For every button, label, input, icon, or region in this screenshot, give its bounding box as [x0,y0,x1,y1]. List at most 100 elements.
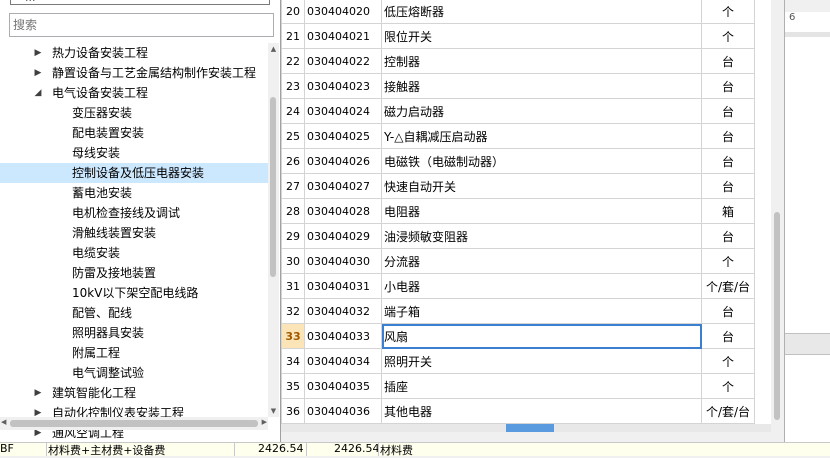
table-row[interactable]: 32 030404032 端子箱台 [281,298,755,324]
tree-item[interactable]: 防雷及接地装置 [0,263,268,283]
scroll-up-arrow-icon[interactable]: ▲ [269,45,278,53]
tree-item[interactable]: 变压器安装 [0,103,268,123]
unit-cell[interactable]: 个 [701,373,755,399]
unit-cell[interactable]: 台 [701,123,755,149]
row-number-cell[interactable]: 28 [281,198,305,224]
code-cell[interactable]: 030404023 [304,73,382,99]
row-number-cell[interactable]: 25 [281,123,305,149]
code-cell[interactable]: 030404033 [304,323,382,349]
search-input[interactable] [9,13,274,37]
row-number-cell[interactable]: 35 [281,373,305,399]
tree-item[interactable]: ◢ 电气设备安装工程 [0,83,268,103]
code-cell[interactable]: 030404032 [304,298,382,324]
unit-cell[interactable]: 箱 [701,198,755,224]
tree-item[interactable]: 电气调整试验 [0,363,268,383]
code-cell[interactable]: 030404024 [304,98,382,124]
table-row[interactable]: 20 030404020 低压熔断器个 [281,0,755,24]
tree-item[interactable]: ▶ 热力设备安装工程 [0,43,268,63]
table-row[interactable]: 33 030404033 风扇台 [281,323,755,349]
tree-vertical-scrollbar[interactable]: ▲ ▼ [268,43,279,417]
code-cell[interactable]: 030404027 [304,173,382,199]
name-cell[interactable]: 电磁铁（电磁制动器） [381,148,702,174]
row-number-cell[interactable]: 36 [281,398,305,424]
scroll-right-arrow-icon[interactable]: ▶ [262,418,267,426]
row-number-cell[interactable]: 30 [281,248,305,274]
name-cell[interactable]: 油浸频敏变阻器 [381,223,702,249]
name-cell[interactable]: 磁力启动器 [381,98,702,124]
code-cell[interactable]: 030404026 [304,148,382,174]
unit-cell[interactable]: 个/套/台 [701,273,755,299]
code-cell[interactable]: 030404035 [304,373,382,399]
table-row[interactable]: 22 030404022 控制器台 [281,48,755,74]
unit-cell[interactable]: 台 [701,148,755,174]
scroll-down-arrow-icon[interactable]: ▼ [269,407,278,415]
unit-cell[interactable]: 台 [701,323,755,349]
tree-item[interactable]: ▶ 静置设备与工艺金属结构制作安装工程 [0,63,268,83]
tree-item[interactable]: 照明器具安装 [0,323,268,343]
unit-cell[interactable]: 台 [701,173,755,199]
table-row[interactable]: 36 030404036 其他电器 个/套/台 [281,398,755,424]
row-number-cell[interactable]: 20 [281,0,305,24]
table-vertical-scrollbar[interactable] [771,0,783,432]
scroll-left-arrow-icon[interactable]: ◀ [1,418,6,426]
tree-item[interactable]: 附属工程 [0,343,268,363]
tree-scroll-thumb[interactable] [270,97,276,277]
name-cell[interactable]: 其他电器 [381,398,702,424]
tree-item[interactable]: 配电装置安装 [0,123,268,143]
code-cell[interactable]: 030404031 [304,273,382,299]
table-row[interactable]: 27 030404027 快速自动开关台 [281,173,755,199]
collapsed-arrow-icon[interactable]: ▶ [33,43,43,63]
unit-cell[interactable]: 台 [701,223,755,249]
table-row[interactable]: 25 030404025 Y-△自耦减压启动器台 [281,123,755,149]
code-cell[interactable]: 030404022 [304,48,382,74]
name-cell[interactable]: 分流器 [381,248,702,274]
code-cell[interactable]: 030404034 [304,348,382,374]
unit-cell[interactable]: 台 [701,73,755,99]
unit-cell[interactable]: 台 [701,298,755,324]
table-horizontal-splitter[interactable] [281,424,771,432]
table-row[interactable]: 34 030404034 照明开关个 [281,348,755,374]
table-row[interactable]: 28 030404028 电阻器箱 [281,198,755,224]
code-cell[interactable]: 030404036 [304,398,382,424]
name-cell[interactable]: 照明开关 [381,348,702,374]
row-number-cell[interactable]: 29 [281,223,305,249]
table-row[interactable]: 31 030404031 小电器 个/套/台 [281,273,755,299]
name-cell[interactable]: Y-△自耦减压启动器 [381,123,702,149]
collapsed-arrow-icon[interactable]: ▶ [33,383,43,403]
unit-cell[interactable]: 个 [701,248,755,274]
expanded-arrow-icon[interactable]: ◢ [33,83,43,103]
tree-item[interactable]: 电机检查接线及调试 [0,203,268,223]
table-scroll-thumb[interactable] [774,212,780,420]
code-cell[interactable]: 030404030 [304,248,382,274]
name-cell[interactable]: 低压熔断器 [381,0,702,24]
unit-cell[interactable]: 个 [701,23,755,49]
table-row[interactable]: 35 030404035 插座个 [281,373,755,399]
row-number-cell[interactable]: 26 [281,148,305,174]
name-cell[interactable]: 接触器 [381,73,702,99]
tree-item[interactable]: ▶ 建筑智能化工程 [0,383,268,403]
table-row[interactable]: 24 030404024 磁力启动器台 [281,98,755,124]
code-cell[interactable]: 030404021 [304,23,382,49]
table-row[interactable]: 29 030404029 油浸频敏变阻器台 [281,223,755,249]
name-cell[interactable]: 电阻器 [381,198,702,224]
row-number-cell[interactable]: 32 [281,298,305,324]
unit-cell[interactable]: 台 [701,98,755,124]
unit-cell[interactable]: 个 [701,348,755,374]
tree-item[interactable]: 电缆安装 [0,243,268,263]
name-cell[interactable]: 插座 [381,373,702,399]
unit-cell[interactable]: 个/套/台 [701,398,755,424]
tree-hscroll-thumb[interactable] [10,420,258,427]
table-row[interactable]: 30 030404030 分流器个 [281,248,755,274]
tree-item[interactable]: 控制设备及低压电器安装 [0,163,268,183]
table-row[interactable]: 23 030404023 接触器台 [281,73,755,99]
code-cell[interactable]: 030404029 [304,223,382,249]
name-cell[interactable]: 控制器 [381,48,702,74]
unit-cell[interactable]: 台 [701,48,755,74]
code-cell[interactable]: 030404028 [304,198,382,224]
row-number-cell[interactable]: 24 [281,98,305,124]
name-cell[interactable]: 风扇 [381,323,702,349]
row-number-cell[interactable]: 31 [281,273,305,299]
table-row[interactable]: 26 030404026 电磁铁（电磁制动器）台 [281,148,755,174]
row-number-cell[interactable]: 23 [281,73,305,99]
tree-item[interactable]: 蓄电池安装 [0,183,268,203]
